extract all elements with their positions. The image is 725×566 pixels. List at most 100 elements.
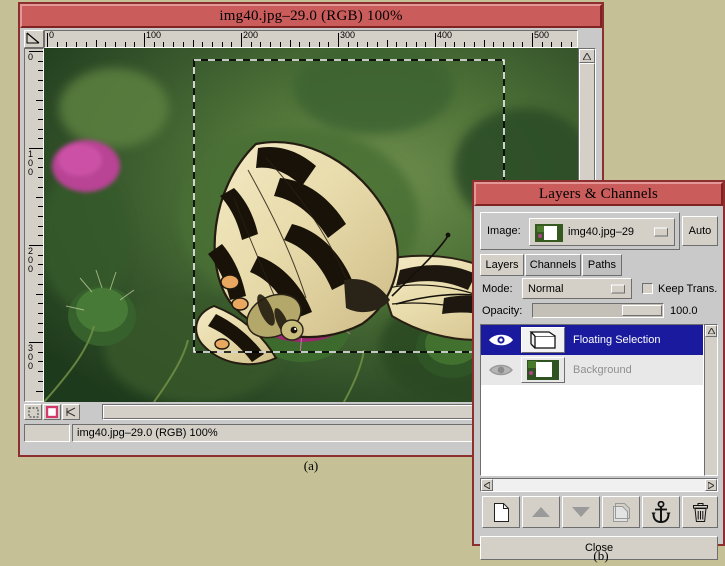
figure-caption-b: (b)	[570, 548, 632, 564]
ruler-tick	[503, 42, 504, 47]
ruler-label: 300	[28, 344, 37, 371]
triangle-up-icon	[583, 53, 591, 60]
ruler-label: 400	[437, 31, 452, 40]
ruler-tick	[231, 42, 232, 47]
layer-list-scroll-up-button[interactable]	[705, 325, 717, 337]
new-layer-button[interactable]	[482, 496, 520, 528]
image-label: Image:	[487, 225, 521, 237]
image-thumb-glyph	[535, 224, 563, 242]
ruler-tick	[38, 109, 43, 110]
status-progress-gauge	[24, 424, 70, 442]
ruler-label: 100	[146, 31, 161, 40]
ruler-tick	[445, 42, 446, 47]
quickmask-off-icon[interactable]	[24, 404, 42, 420]
layer-list-scroll-left-button[interactable]	[481, 479, 493, 491]
ruler-tick	[38, 255, 43, 256]
auto-button[interactable]: Auto	[682, 216, 718, 246]
ruler-tick	[222, 42, 223, 47]
mode-row: Mode: Normal Keep Trans.	[480, 278, 718, 300]
ruler-label: 500	[534, 31, 549, 40]
ruler-label: 0	[49, 31, 54, 40]
ruler-label: 300	[340, 31, 355, 40]
layers-window-titlebar[interactable]: Layers & Channels	[474, 182, 723, 206]
duplicate-layer-button[interactable]	[602, 496, 640, 528]
ruler-tick	[396, 42, 397, 47]
tab-channels[interactable]: Channels	[525, 254, 581, 276]
image-window-titlebar[interactable]: img40.jpg–29.0 (RGB) 100%	[20, 4, 602, 28]
navigation-preview-icon[interactable]	[62, 404, 80, 420]
mode-menu-knob	[611, 284, 625, 293]
triangle-left-icon	[484, 482, 490, 489]
ruler-tick	[522, 42, 523, 47]
ruler-tick	[38, 235, 43, 236]
scroll-up-button[interactable]	[579, 49, 595, 63]
ruler-origin-icon[interactable]	[24, 30, 44, 48]
layer-list-horizontal-scrollbar[interactable]	[480, 478, 718, 492]
delete-layer-button[interactable]	[682, 496, 718, 528]
copy-pages-icon	[613, 503, 630, 522]
ruler-tick	[66, 42, 67, 47]
ruler-tick	[454, 42, 455, 47]
lower-layer-button[interactable]	[562, 496, 600, 528]
mode-value: Normal	[528, 283, 563, 295]
keep-trans-checkbox[interactable]	[642, 283, 653, 294]
layer-list-scroll-right-button[interactable]	[705, 479, 717, 491]
ruler-tick	[377, 42, 378, 47]
option-menu-knob	[654, 228, 668, 237]
layer-visibility-toggle-background[interactable]	[481, 363, 521, 377]
layer-visibility-toggle[interactable]	[481, 333, 521, 347]
ruler-tick	[163, 42, 164, 47]
mode-option-menu[interactable]: Normal	[522, 278, 632, 299]
tab-paths[interactable]: Paths	[582, 254, 622, 276]
layer-toolbar	[480, 496, 718, 530]
layer-list[interactable]: Floating Selection	[480, 324, 704, 476]
ruler-tick	[212, 42, 213, 47]
ruler-label: 0	[28, 53, 37, 62]
tab-layers[interactable]: Layers	[480, 254, 524, 276]
ruler-tick	[319, 42, 320, 47]
ruler-tick	[348, 42, 349, 47]
opacity-row: Opacity: 100.0	[480, 302, 718, 322]
ruler-tick	[183, 42, 184, 47]
ruler-tick	[173, 42, 174, 47]
ruler-tick	[38, 119, 43, 120]
eye-icon	[489, 363, 513, 377]
layer-row-floating-selection[interactable]: Floating Selection	[481, 325, 703, 355]
opacity-slider-thumb[interactable]	[622, 305, 662, 316]
ruler-tick	[328, 42, 329, 47]
image-option-menu[interactable]: img40.jpg–29	[529, 218, 675, 246]
ruler-tick	[260, 42, 261, 47]
ruler-tick	[154, 42, 155, 47]
triangle-right-icon	[708, 482, 714, 489]
horizontal-ruler[interactable]: 0100200300400500	[44, 30, 578, 48]
tabs-bar: Layers Channels Paths	[480, 254, 718, 276]
ruler-tick	[241, 33, 242, 47]
opacity-slider[interactable]	[532, 303, 664, 318]
ruler-tick	[38, 371, 43, 372]
ruler-tick	[367, 42, 368, 47]
ruler-tick	[96, 40, 97, 47]
raise-layer-button[interactable]	[522, 496, 560, 528]
image-selector-value: img40.jpg–29	[568, 226, 634, 238]
ruler-tick	[357, 42, 358, 47]
anchor-layer-button[interactable]	[642, 496, 680, 528]
layers-channels-window: Layers & Channels Image: img40.jpg–29	[472, 180, 725, 546]
nav-arrow-glyph	[66, 407, 77, 417]
image-thumbnail	[535, 224, 563, 242]
ruler-tick	[105, 42, 106, 47]
ruler-tick	[38, 303, 43, 304]
ruler-tick	[435, 33, 436, 47]
ruler-tick	[38, 61, 43, 62]
ruler-tick	[532, 33, 533, 47]
layer-list-vertical-scrollbar[interactable]	[704, 324, 718, 476]
ruler-tick	[551, 42, 552, 47]
vertical-ruler[interactable]: 0100200300	[24, 48, 44, 402]
ruler-tick	[38, 206, 43, 207]
quickmask-on-icon[interactable]	[43, 404, 61, 420]
new-page-icon	[494, 503, 509, 522]
layers-window-body: Image: img40.jpg–29 Auto Layer	[476, 206, 721, 544]
ruler-tick	[38, 138, 43, 139]
layer-row-background[interactable]: Background	[481, 355, 703, 385]
ruler-tick	[513, 42, 514, 47]
ruler-tick	[134, 42, 135, 47]
